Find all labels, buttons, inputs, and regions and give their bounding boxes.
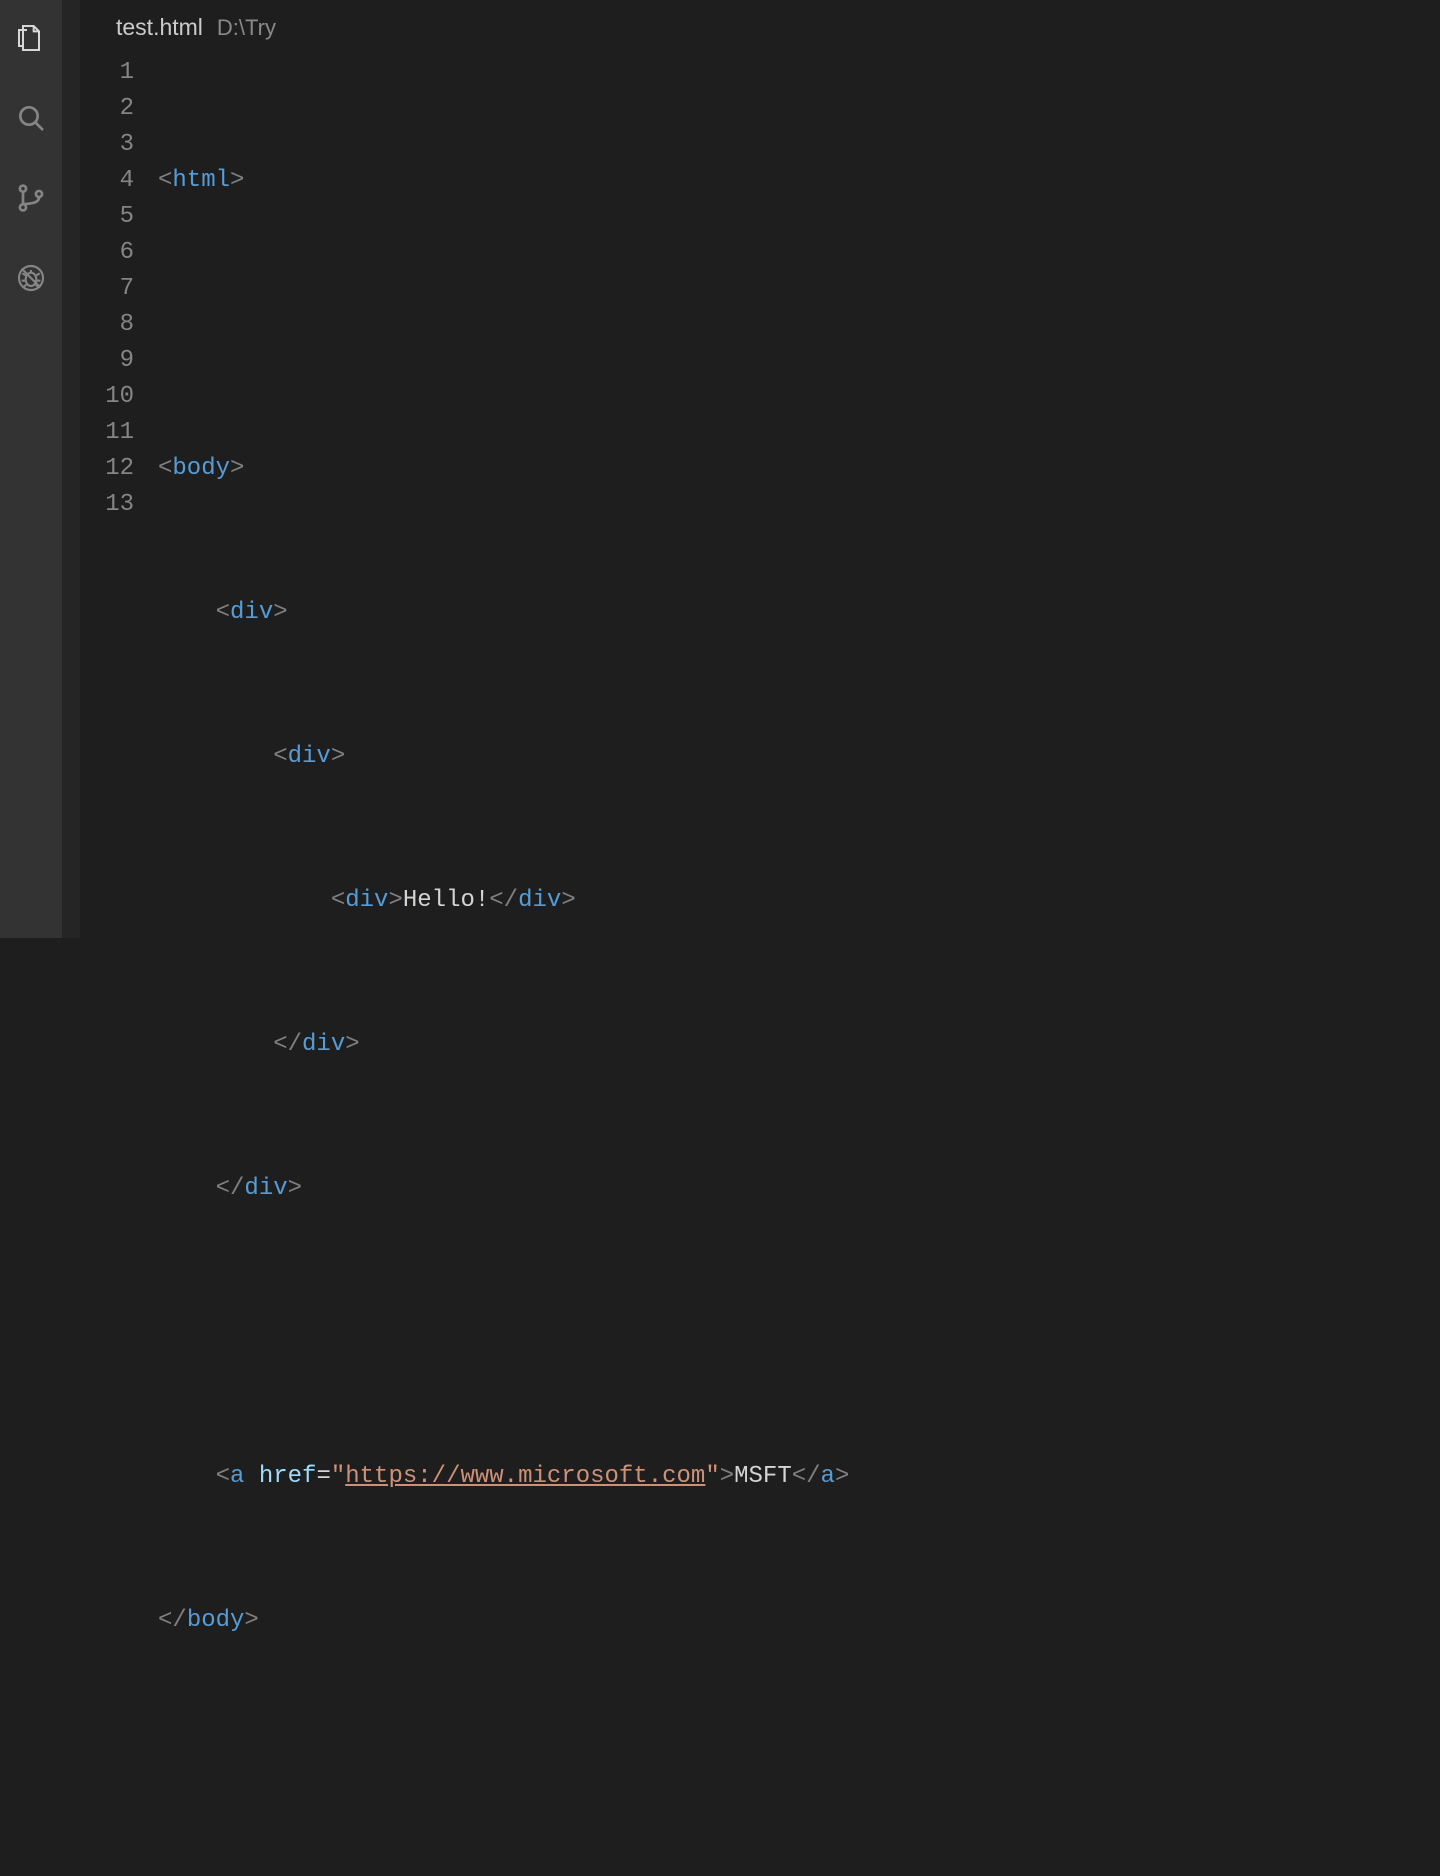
punct: < xyxy=(158,451,172,487)
punct: < xyxy=(331,883,345,919)
indent xyxy=(158,595,216,631)
code-line[interactable] xyxy=(158,307,1440,343)
line-number: 7 xyxy=(80,271,134,307)
indent xyxy=(158,1459,216,1495)
tag-name: a xyxy=(230,1459,244,1495)
text: Hello! xyxy=(403,883,489,919)
punct: > xyxy=(331,739,345,775)
line-number: 3 xyxy=(80,127,134,163)
punct: > xyxy=(230,163,244,199)
quote: " xyxy=(331,1459,345,1495)
line-number: 4 xyxy=(80,163,134,199)
code-area[interactable]: 1 2 3 4 5 6 7 8 9 10 11 12 13 <html> <bo… xyxy=(80,39,1440,1876)
activity-bar xyxy=(0,0,62,938)
code-line[interactable] xyxy=(158,1315,1440,1351)
line-number: 5 xyxy=(80,199,134,235)
tag-name: div xyxy=(230,595,273,631)
punct: < xyxy=(273,739,287,775)
code-line[interactable]: </div> xyxy=(158,1027,1440,1063)
punct: </ xyxy=(216,1171,245,1207)
tag-name: div xyxy=(518,883,561,919)
activity-debug-disabled-icon[interactable] xyxy=(11,258,51,298)
tag-name: body xyxy=(172,451,230,487)
punct: > xyxy=(273,595,287,631)
activity-search-icon[interactable] xyxy=(11,98,51,138)
activity-explorer-icon[interactable] xyxy=(11,18,51,58)
tag-name: div xyxy=(288,739,331,775)
tag-name: html xyxy=(172,163,230,199)
line-number: 11 xyxy=(80,415,134,451)
punct: > xyxy=(244,1603,258,1639)
line-number: 10 xyxy=(80,379,134,415)
text: MSFT xyxy=(734,1459,792,1495)
attr-name: href xyxy=(259,1459,317,1495)
line-number: 12 xyxy=(80,451,134,487)
indent xyxy=(158,1027,273,1063)
punct: < xyxy=(216,595,230,631)
punct: = xyxy=(316,1459,330,1495)
line-numbers: 1 2 3 4 5 6 7 8 9 10 11 12 13 xyxy=(80,55,158,1876)
url-string[interactable]: https://www.microsoft.com xyxy=(345,1459,705,1495)
punct: </ xyxy=(489,883,518,919)
code-content[interactable]: <html> <body> <div> <div> <div>Hello!</d… xyxy=(158,55,1440,1876)
editor-gutter-strip xyxy=(62,0,80,938)
code-line[interactable] xyxy=(158,1747,1440,1783)
code-line[interactable]: </div> xyxy=(158,1171,1440,1207)
punct: > xyxy=(835,1459,849,1495)
breadcrumb-path[interactable]: D:\Try xyxy=(217,17,276,39)
punct: > xyxy=(561,883,575,919)
punct: > xyxy=(720,1459,734,1495)
punct: < xyxy=(216,1459,230,1495)
breadcrumbs[interactable]: test.html D:\Try xyxy=(80,0,1440,39)
tag-name: div xyxy=(345,883,388,919)
punct: < xyxy=(158,163,172,199)
code-line[interactable]: <div> xyxy=(158,739,1440,775)
code-line[interactable]: </body> xyxy=(158,1603,1440,1639)
line-number: 6 xyxy=(80,235,134,271)
line-number: 1 xyxy=(80,55,134,91)
code-line[interactable]: <html> xyxy=(158,163,1440,199)
code-line[interactable]: <a href="https://www.microsoft.com">MSFT… xyxy=(158,1459,1440,1495)
indent xyxy=(158,739,273,775)
editor: test.html D:\Try 1 2 3 4 5 6 7 8 9 10 11… xyxy=(80,0,1440,938)
code-line[interactable]: <div>Hello!</div> xyxy=(158,883,1440,919)
punct: > xyxy=(388,883,402,919)
punct: </ xyxy=(273,1027,302,1063)
punct: > xyxy=(230,451,244,487)
line-number: 2 xyxy=(80,91,134,127)
breadcrumb-file[interactable]: test.html xyxy=(116,16,203,39)
tag-name: a xyxy=(821,1459,835,1495)
punct: </ xyxy=(158,1603,187,1639)
punct: </ xyxy=(792,1459,821,1495)
indent xyxy=(158,883,331,919)
line-number: 9 xyxy=(80,343,134,379)
code-line[interactable]: <body> xyxy=(158,451,1440,487)
tag-name: div xyxy=(244,1171,287,1207)
line-number: 8 xyxy=(80,307,134,343)
punct: > xyxy=(345,1027,359,1063)
activity-source-control-icon[interactable] xyxy=(11,178,51,218)
quote: " xyxy=(705,1459,719,1495)
indent xyxy=(158,1171,216,1207)
tag-name: body xyxy=(187,1603,245,1639)
tag-name: div xyxy=(302,1027,345,1063)
code-line[interactable]: <div> xyxy=(158,595,1440,631)
line-number: 13 xyxy=(80,487,134,523)
punct: > xyxy=(288,1171,302,1207)
